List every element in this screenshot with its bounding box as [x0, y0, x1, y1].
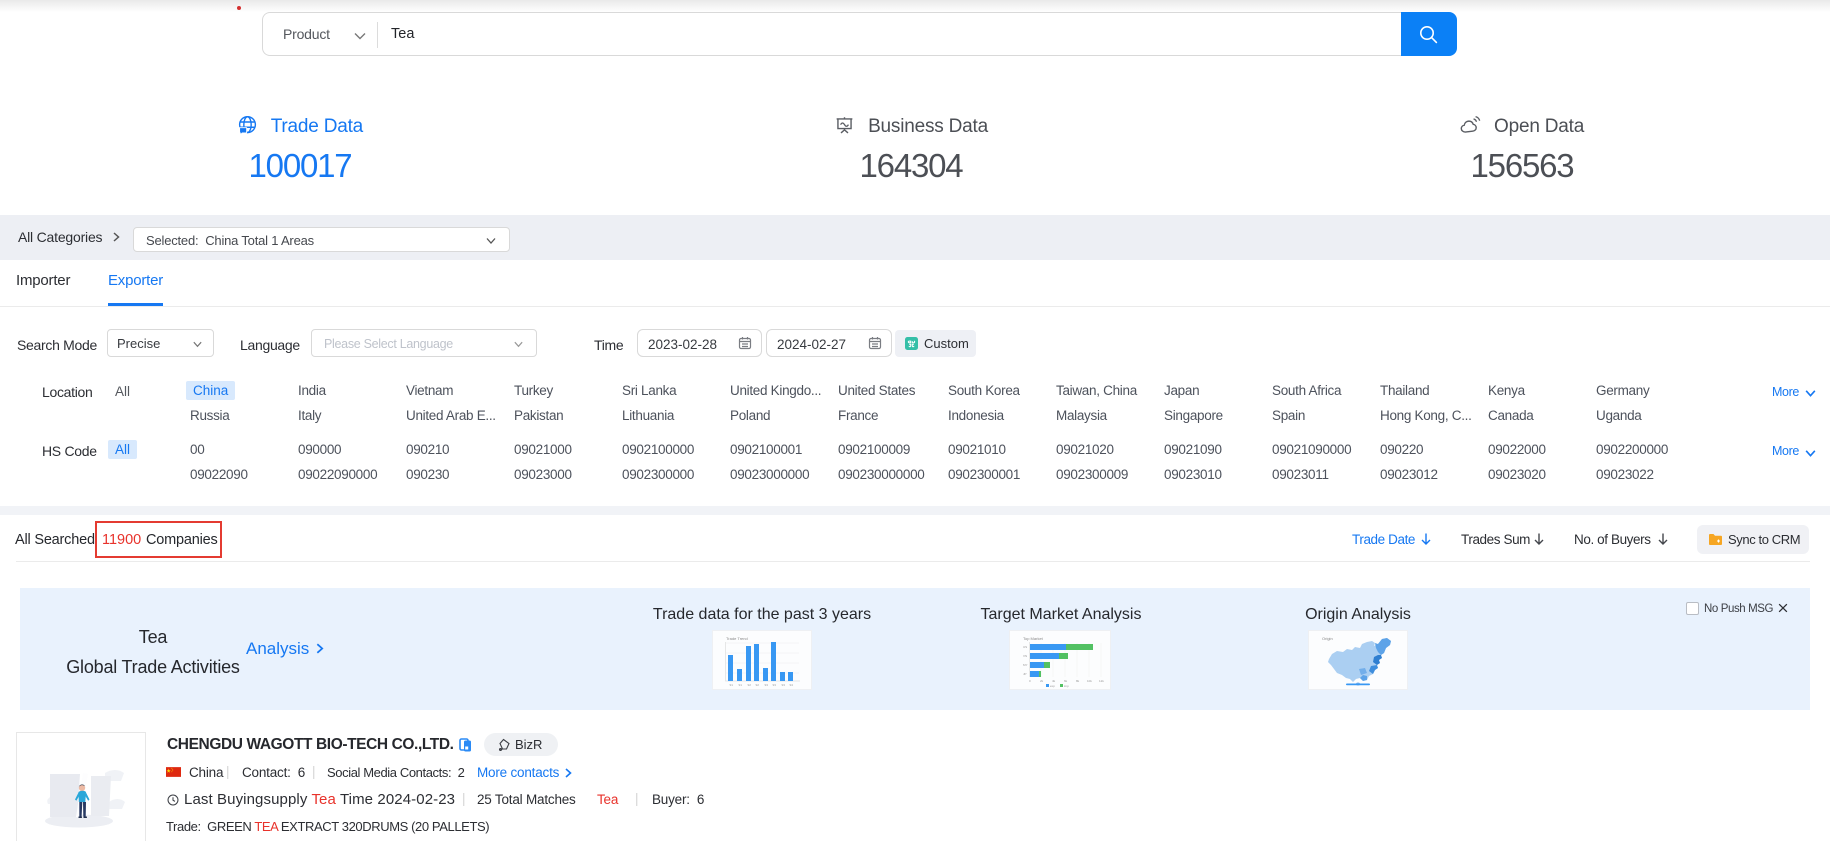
svg-text:JP: JP [1023, 672, 1027, 676]
svg-text:2k: 2k [1040, 679, 1044, 683]
svg-text:10k: 10k [1087, 679, 1092, 683]
svg-text:0: 0 [1029, 679, 1031, 683]
svg-text:US: US [1023, 645, 1027, 649]
svg-text:VN: VN [1023, 654, 1027, 658]
svg-text:imp: imp [1064, 684, 1069, 688]
svg-text:'21: '21 [738, 683, 742, 687]
svg-text:8k: 8k [1076, 679, 1080, 683]
svg-text:'24: '24 [789, 683, 793, 687]
svg-text:'22: '22 [755, 683, 759, 687]
svg-text:6k: 6k [1064, 679, 1068, 683]
svg-text:Top Market: Top Market [1023, 636, 1044, 641]
svg-text:'22: '22 [747, 683, 751, 687]
svg-text:Trade Trend: Trade Trend [726, 636, 748, 641]
svg-text:'23: '23 [764, 683, 768, 687]
svg-text:MY: MY [1023, 663, 1028, 667]
svg-text:12k: 12k [1099, 679, 1104, 683]
svg-text:4k: 4k [1052, 679, 1056, 683]
svg-text:'23: '23 [772, 683, 776, 687]
svg-text:'23: '23 [781, 683, 785, 687]
svg-text:Origin: Origin [1322, 636, 1333, 641]
svg-text:exp: exp [1050, 684, 1055, 688]
svg-text:'21: '21 [729, 683, 733, 687]
